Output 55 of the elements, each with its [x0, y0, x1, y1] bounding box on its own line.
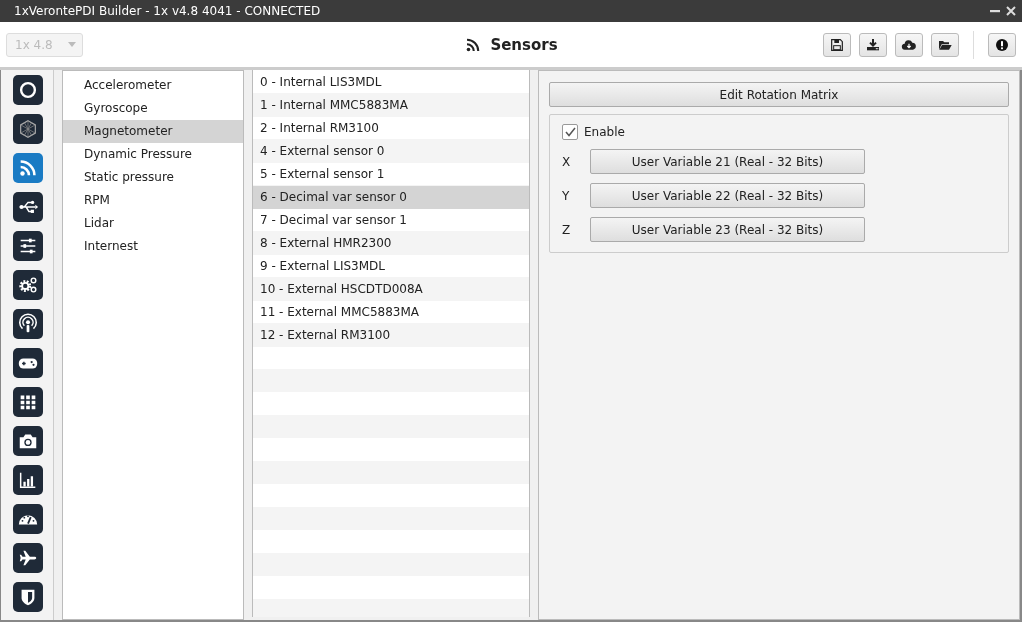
broadcast-icon	[17, 313, 39, 335]
nav-button[interactable]	[13, 543, 43, 573]
folder-button[interactable]	[931, 32, 959, 57]
page-title: Sensors	[490, 35, 558, 54]
cloud-download-button[interactable]	[895, 32, 923, 57]
nav-button[interactable]	[13, 426, 43, 456]
sensor-list-item[interactable]: 0 - Internal LIS3MDL	[253, 71, 529, 94]
axis-label: Z	[562, 222, 572, 237]
variable-select-button[interactable]: User Variable 23 (Real - 32 Bits)	[590, 217, 865, 242]
nav-button[interactable]	[13, 192, 43, 222]
sensor-list-item[interactable]: 7 - Decimal var sensor 1	[253, 209, 529, 232]
variable-select-button[interactable]: User Variable 21 (Real - 32 Bits)	[590, 149, 865, 174]
sensor-category-item[interactable]: Static pressure	[63, 166, 243, 189]
nav-button[interactable]	[13, 75, 43, 105]
nav-button[interactable]	[13, 582, 43, 612]
sensor-category-item[interactable]: Magnetometer	[63, 120, 243, 143]
rss-feed-icon	[17, 157, 39, 179]
sensor-category-item[interactable]: RPM	[63, 189, 243, 212]
axis-label: X	[562, 154, 572, 169]
sensor-category-item[interactable]: Gyroscope	[63, 97, 243, 120]
save-button[interactable]	[823, 32, 851, 57]
sensor-list-item[interactable]: 9 - External LIS3MDL	[253, 255, 529, 278]
sensor-category-item[interactable]: Accelerometer	[63, 74, 243, 97]
save-icon	[829, 36, 845, 53]
enable-checkbox[interactable]	[562, 124, 578, 140]
check-icon	[564, 127, 576, 137]
edit-rotation-matrix-button[interactable]: Edit Rotation Matrix	[549, 82, 1009, 107]
variable-select-button[interactable]: User Variable 22 (Real - 32 Bits)	[590, 183, 865, 208]
exclamation-button[interactable]	[988, 32, 1016, 57]
nav-button[interactable]	[13, 465, 43, 495]
checkbox-label: Enable	[584, 125, 625, 139]
nav-button[interactable]	[13, 387, 43, 417]
hexagon-mesh-icon	[17, 118, 39, 140]
close-icon[interactable]	[1006, 6, 1016, 16]
download-icon	[865, 36, 881, 53]
nav-button[interactable]	[13, 309, 43, 339]
gears-icon	[17, 274, 39, 296]
nav-button[interactable]	[13, 114, 43, 144]
nav-button[interactable]	[13, 348, 43, 378]
download-button[interactable]	[859, 32, 887, 57]
sensor-category-item[interactable]: Lidar	[63, 212, 243, 235]
sensor-category-item[interactable]: Internest	[63, 235, 243, 258]
exclamation-icon	[994, 36, 1010, 53]
sensor-list-item[interactable]: 5 - External sensor 1	[253, 163, 529, 186]
sensor-list-item[interactable]: 11 - External MMC5883MA	[253, 301, 529, 324]
window-title: 1xVerontePDI Builder - 1x v4.8 4041 - CONNECTED	[14, 4, 322, 18]
nav-button[interactable]	[13, 270, 43, 300]
caret-icon	[68, 42, 76, 47]
nav-button[interactable]	[13, 504, 43, 534]
ring-icon	[17, 79, 39, 101]
nav-button[interactable]	[13, 231, 43, 261]
sensor-list-item[interactable]: 2 - Internal RM3100	[253, 117, 529, 140]
sensor-list-item[interactable]: 6 - Decimal var sensor 0	[253, 186, 529, 209]
axis-label: Y	[562, 188, 571, 203]
sensor-category-item[interactable]: Dynamic Pressure	[63, 143, 243, 166]
